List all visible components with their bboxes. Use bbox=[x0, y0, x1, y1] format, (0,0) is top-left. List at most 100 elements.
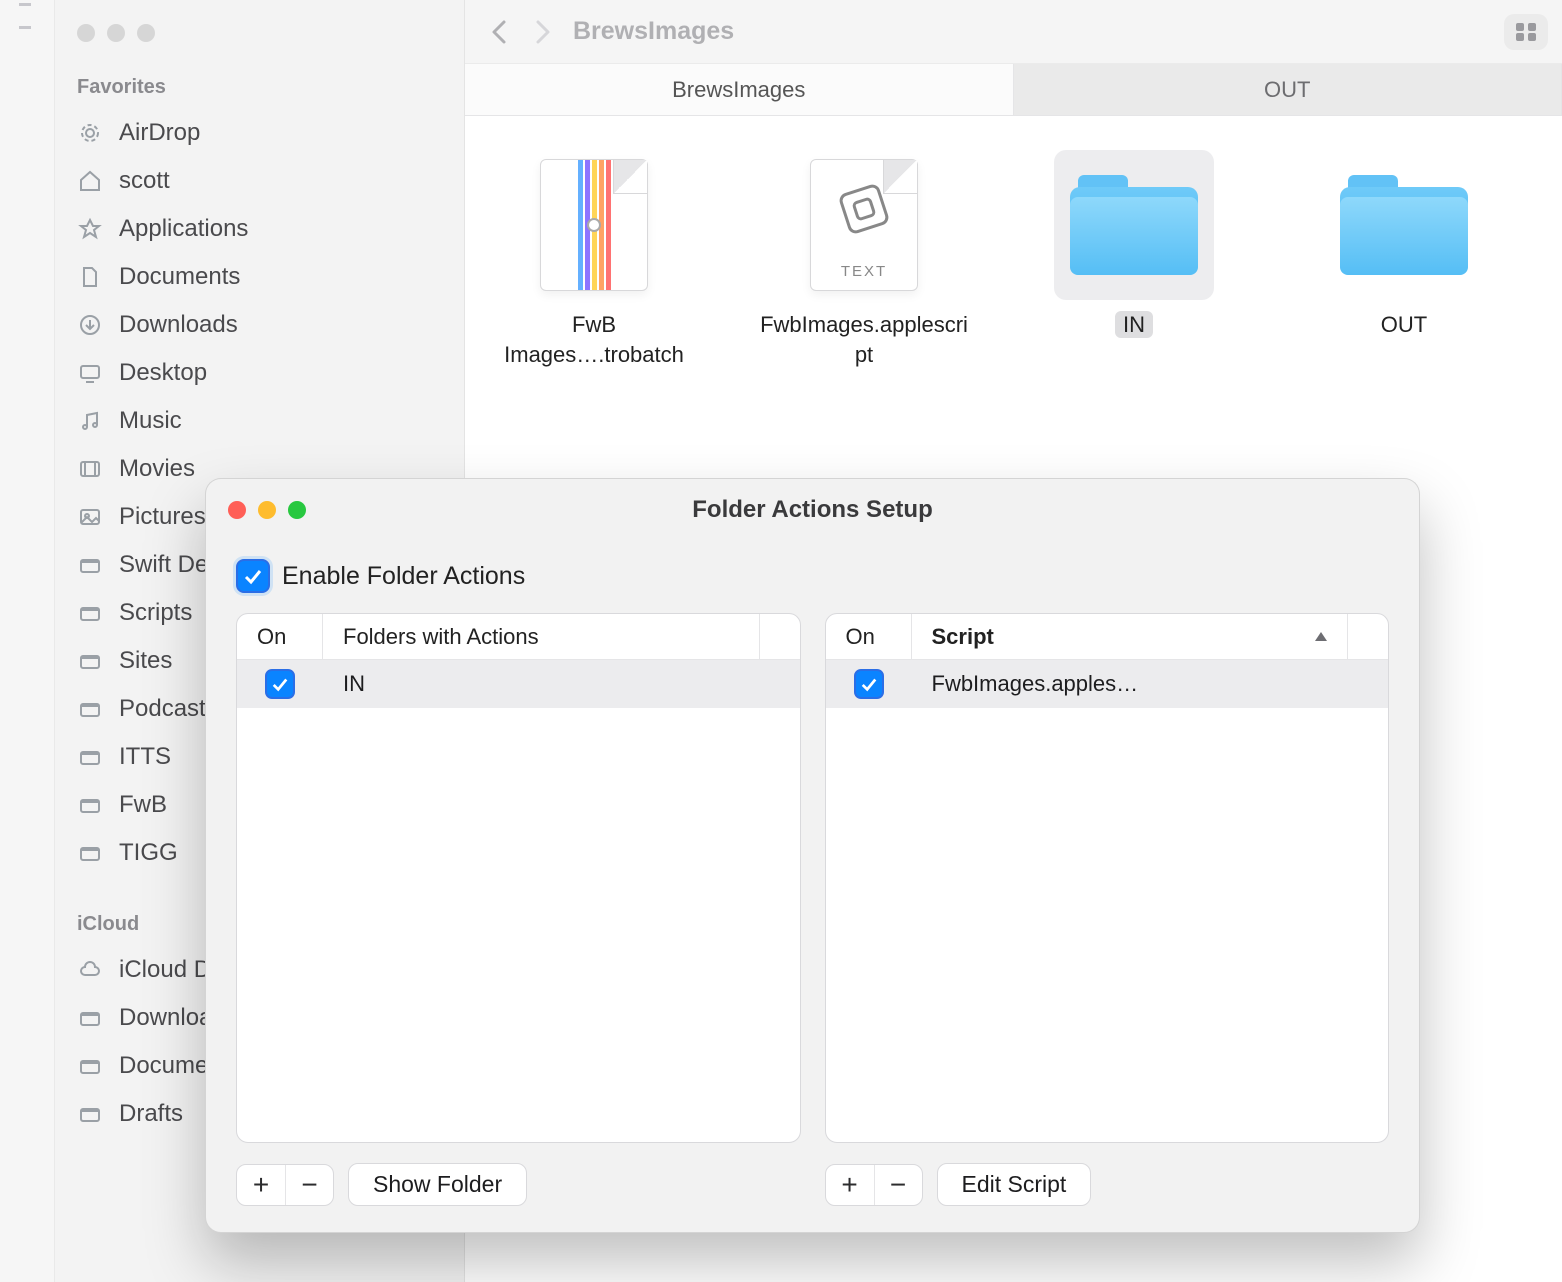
background-window-edge bbox=[0, 0, 55, 1282]
sidebar-item-downloads[interactable]: Downloads bbox=[55, 301, 464, 349]
folder-icon bbox=[77, 1053, 103, 1079]
window-title: BrewsImages bbox=[573, 17, 734, 46]
desktop-icon bbox=[77, 360, 103, 386]
script-row[interactable]: FwbImages.apples… bbox=[826, 660, 1389, 708]
file-label: IN bbox=[1029, 310, 1239, 340]
scripts-header: On Script bbox=[826, 614, 1389, 660]
file-item-fwb-images-trobatch[interactable]: FwB Images….trobatch bbox=[489, 150, 699, 369]
icon-view-icon[interactable] bbox=[1512, 20, 1540, 44]
tab-out[interactable]: OUT bbox=[1014, 64, 1562, 115]
folder-icon bbox=[77, 600, 103, 626]
sidebar-item-label: Sites bbox=[119, 647, 172, 675]
sidebar-item-label: Documents bbox=[119, 263, 240, 291]
airdrop-icon bbox=[77, 120, 103, 146]
view-switcher[interactable] bbox=[1504, 14, 1548, 50]
sidebar-item-label: Pictures bbox=[119, 503, 206, 531]
folder-icon bbox=[77, 840, 103, 866]
pictures-icon bbox=[77, 504, 103, 530]
minimize-icon[interactable] bbox=[107, 24, 125, 42]
sidebar-item-label: ITTS bbox=[119, 743, 171, 771]
sidebar-item-music[interactable]: Music bbox=[55, 397, 464, 445]
download-icon bbox=[77, 312, 103, 338]
scripts-add-remove: + − bbox=[825, 1164, 923, 1206]
sidebar-item-label: scott bbox=[119, 167, 170, 195]
forward-button[interactable] bbox=[521, 11, 563, 53]
file-item-fwbimages-applescript[interactable]: TEXT FwbImages.applescript bbox=[759, 150, 969, 369]
remove-folder-button[interactable]: − bbox=[285, 1165, 333, 1205]
add-script-button[interactable]: + bbox=[826, 1165, 874, 1205]
sidebar-item-label: TIGG bbox=[119, 839, 178, 867]
file-label: OUT bbox=[1299, 310, 1509, 340]
sidebar-item-label: AirDrop bbox=[119, 119, 200, 147]
file-item-in[interactable]: IN bbox=[1029, 150, 1239, 340]
apps-icon bbox=[77, 216, 103, 242]
col-spacer bbox=[760, 614, 800, 659]
folder-icon bbox=[77, 552, 103, 578]
show-folder-button[interactable]: Show Folder bbox=[348, 1163, 527, 1206]
window-controls bbox=[55, 14, 464, 68]
document-icon bbox=[77, 264, 103, 290]
folder-icon bbox=[77, 648, 103, 674]
tab-brewsimages[interactable]: BrewsImages bbox=[465, 64, 1014, 115]
sidebar-item-label: Applications bbox=[119, 215, 248, 243]
remove-script-button[interactable]: − bbox=[874, 1165, 922, 1205]
scripts-panel: On Script FwbImages.apples… bbox=[825, 613, 1390, 1143]
sidebar-item-label: Drafts bbox=[119, 1100, 183, 1128]
toolbar: BrewsImages bbox=[465, 0, 1562, 64]
movies-icon bbox=[77, 456, 103, 482]
col-on[interactable]: On bbox=[237, 614, 323, 659]
sidebar-section-favorites: Favorites bbox=[55, 68, 464, 109]
folder-icon bbox=[77, 744, 103, 770]
sidebar-item-label: Movies bbox=[119, 455, 195, 483]
applescript-icon: TEXT bbox=[784, 150, 944, 300]
col-folders[interactable]: Folders with Actions bbox=[323, 614, 760, 659]
col-spacer bbox=[1348, 614, 1388, 659]
folder-icon bbox=[77, 696, 103, 722]
sidebar-item-documents[interactable]: Documents bbox=[55, 253, 464, 301]
script-row-label: FwbImages.apples… bbox=[912, 671, 1139, 697]
tab-label: BrewsImages bbox=[672, 77, 805, 103]
cloud-icon bbox=[77, 957, 103, 983]
tab-label: OUT bbox=[1264, 77, 1310, 103]
enable-folder-actions-label: Enable Folder Actions bbox=[282, 562, 525, 591]
back-button[interactable] bbox=[479, 11, 521, 53]
folder-row[interactable]: IN bbox=[237, 660, 800, 708]
edit-script-button[interactable]: Edit Script bbox=[937, 1163, 1092, 1206]
fas-title: Folder Actions Setup bbox=[206, 496, 1419, 524]
add-folder-button[interactable]: + bbox=[237, 1165, 285, 1205]
script-row-checkbox[interactable] bbox=[854, 669, 884, 699]
sidebar-item-label: Podcasts bbox=[119, 695, 218, 723]
sidebar-item-label: Desktop bbox=[119, 359, 207, 387]
close-icon[interactable] bbox=[77, 24, 95, 42]
col-on[interactable]: On bbox=[826, 614, 912, 659]
folder-icon bbox=[77, 1101, 103, 1127]
folder-icon bbox=[1054, 150, 1214, 300]
folder-icon bbox=[77, 1005, 103, 1031]
folders-header: On Folders with Actions bbox=[237, 614, 800, 660]
sidebar-item-desktop[interactable]: Desktop bbox=[55, 349, 464, 397]
enable-folder-actions-checkbox[interactable] bbox=[236, 559, 270, 593]
file-item-out[interactable]: OUT bbox=[1299, 150, 1509, 340]
sidebar-item-airdrop[interactable]: AirDrop bbox=[55, 109, 464, 157]
tab-bar: BrewsImages OUT bbox=[465, 64, 1562, 116]
sidebar-item-label: Downloads bbox=[119, 311, 238, 339]
fas-titlebar: Folder Actions Setup bbox=[206, 479, 1419, 541]
enable-folder-actions-row: Enable Folder Actions bbox=[206, 541, 1419, 613]
zoom-icon[interactable] bbox=[137, 24, 155, 42]
folders-panel: On Folders with Actions IN bbox=[236, 613, 801, 1143]
sidebar-item-label: Music bbox=[119, 407, 182, 435]
col-script[interactable]: Script bbox=[912, 614, 1349, 659]
folder-actions-window: Folder Actions Setup Enable Folder Actio… bbox=[205, 478, 1420, 1233]
sidebar-item-label: Scripts bbox=[119, 599, 192, 627]
sidebar-item-applications[interactable]: Applications bbox=[55, 205, 464, 253]
folders-add-remove: + − bbox=[236, 1164, 334, 1206]
sidebar-item-label: FwB bbox=[119, 791, 167, 819]
music-icon bbox=[77, 408, 103, 434]
folder-row-checkbox[interactable] bbox=[265, 669, 295, 699]
folder-icon bbox=[1324, 150, 1484, 300]
sidebar-item-scott[interactable]: scott bbox=[55, 157, 464, 205]
file-label: FwB Images….trobatch bbox=[489, 310, 699, 369]
folder-icon bbox=[77, 792, 103, 818]
home-icon bbox=[77, 168, 103, 194]
retrobatch-icon bbox=[514, 150, 674, 300]
